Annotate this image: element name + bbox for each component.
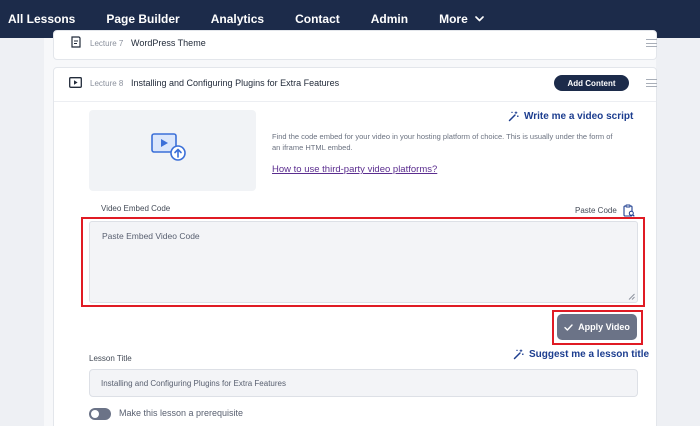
video-embed-label: Video Embed Code: [101, 204, 171, 213]
nav-admin[interactable]: Admin: [371, 12, 408, 26]
document-icon: [71, 36, 81, 48]
checkmark-icon: [564, 323, 573, 331]
resize-grip-icon[interactable]: [628, 293, 635, 300]
third-party-platforms-link[interactable]: How to use third-party video platforms?: [272, 164, 437, 175]
add-content-button[interactable]: Add Content: [554, 75, 629, 91]
nav-more[interactable]: More: [439, 12, 484, 26]
suggest-lesson-title-label: Suggest me a lesson title: [529, 349, 650, 360]
write-video-script-link[interactable]: Write me a video script: [508, 111, 633, 122]
video-play-icon: [69, 77, 82, 88]
prerequisite-label: Make this lesson a prerequisite: [119, 408, 244, 418]
lecture-8-title: Installing and Configuring Plugins for E…: [131, 78, 340, 88]
nav-contact[interactable]: Contact: [295, 12, 340, 26]
embed-help-text: Find the code embed for your video in yo…: [272, 132, 613, 152]
nav-page-builder[interactable]: Page Builder: [106, 12, 179, 26]
lecture-8-number: Lecture 8: [90, 79, 124, 88]
paste-code-button[interactable]: Paste Code: [575, 204, 635, 217]
chevron-down-icon: [474, 16, 484, 22]
lesson-title-input[interactable]: [89, 369, 638, 397]
apply-video-button[interactable]: Apply Video: [557, 314, 637, 340]
magic-wand-icon: [508, 111, 519, 122]
card-header-divider: [54, 101, 656, 102]
lecture-7-title: WordPress Theme: [131, 38, 206, 48]
video-embed-textarea[interactable]: [89, 221, 638, 303]
apply-video-label: Apply Video: [578, 322, 630, 332]
nav-analytics[interactable]: Analytics: [211, 12, 264, 26]
video-thumbnail[interactable]: [89, 110, 256, 191]
nav-more-label: More: [439, 12, 468, 26]
paste-code-label: Paste Code: [575, 206, 617, 215]
drag-handle-icon[interactable]: [646, 39, 657, 47]
prerequisite-toggle[interactable]: [89, 408, 111, 420]
write-video-script-label: Write me a video script: [524, 111, 634, 122]
suggest-lesson-title-link[interactable]: Suggest me a lesson title: [513, 349, 649, 360]
clipboard-icon: [623, 204, 635, 217]
magic-wand-icon: [513, 349, 524, 360]
lesson-title-label: Lesson Title: [89, 354, 132, 363]
drag-handle-icon[interactable]: [646, 79, 657, 87]
nav-all-lessons[interactable]: All Lessons: [8, 12, 75, 26]
toggle-knob: [91, 410, 99, 418]
lecture-7-number: Lecture 7: [90, 39, 124, 48]
video-upload-icon: [151, 133, 186, 161]
